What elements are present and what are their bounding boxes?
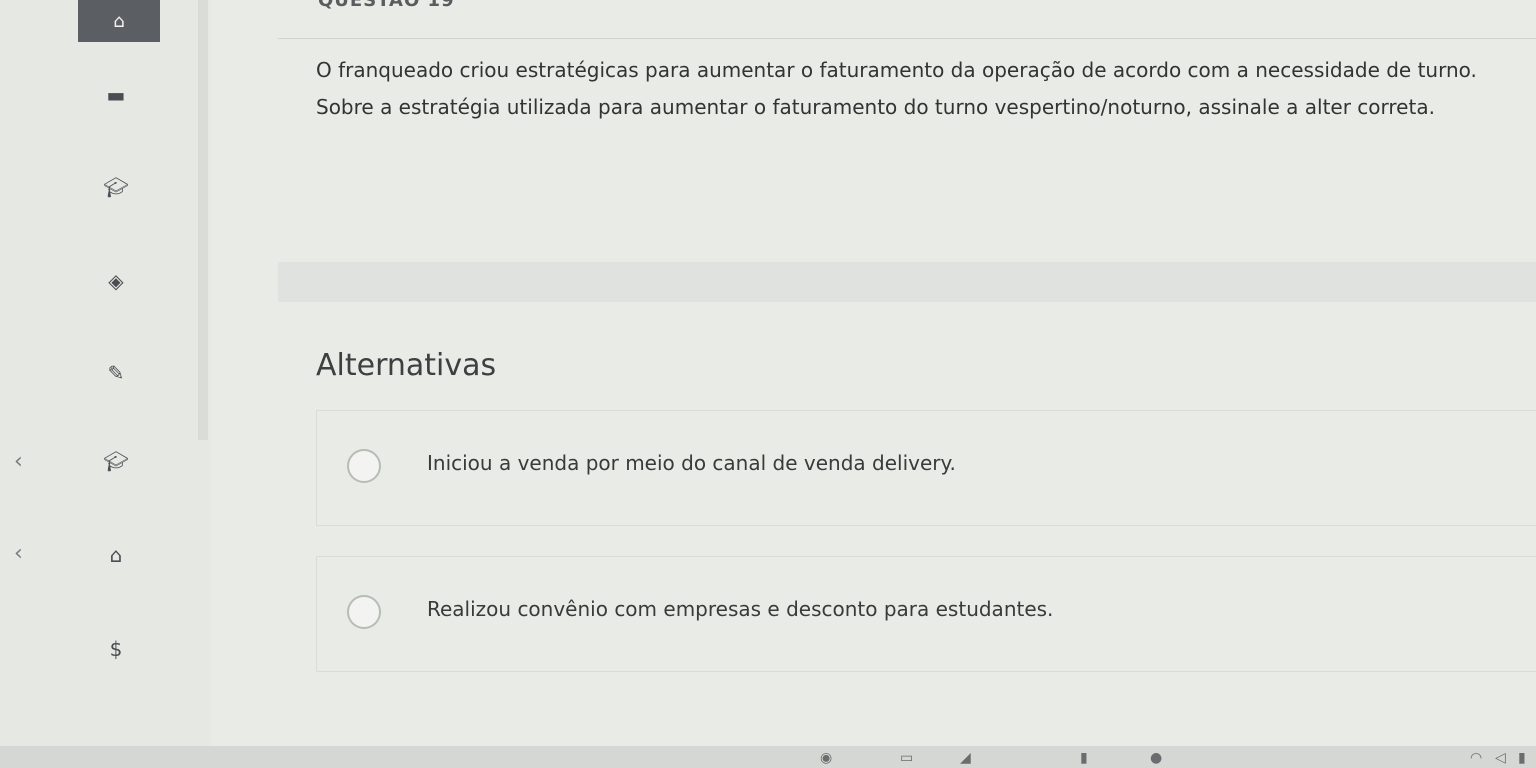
home-icon: ⌂ xyxy=(113,10,125,32)
home-button[interactable]: ⌂ xyxy=(78,0,160,42)
app-icon[interactable]: ◢ xyxy=(960,750,971,766)
question-text: O franqueado criou estratégicas para aum… xyxy=(316,58,1477,119)
chat-icon[interactable]: ▬ xyxy=(96,80,136,110)
section-divider xyxy=(278,262,1536,302)
app-icon[interactable]: ● xyxy=(1150,750,1162,766)
sidebar: ⌂ ▬ 🎓︎ ◈ ✎ ‹ 🎓︎ ‹ ⌂ $ xyxy=(0,0,210,768)
option-label: Realizou convênio com empresas e descont… xyxy=(427,597,1054,621)
app-icon[interactable]: ▮ xyxy=(1080,750,1088,766)
radio-button[interactable] xyxy=(347,595,381,629)
option-item[interactable]: Iniciou a venda por meio do canal de ven… xyxy=(316,410,1536,526)
pencil-icon[interactable]: ✎ xyxy=(96,358,136,388)
chevron-left-icon[interactable]: ‹ xyxy=(14,450,32,474)
tag-icon[interactable]: ◈ xyxy=(96,266,136,296)
option-label: Iniciou a venda por meio do canal de ven… xyxy=(427,451,956,475)
chevron-left-icon[interactable]: ‹ xyxy=(14,542,32,566)
battery-icon[interactable]: ▮ xyxy=(1518,750,1526,766)
graduation-cap-icon[interactable]: 🎓︎ xyxy=(96,446,136,476)
sidebar-scrollbar[interactable] xyxy=(198,0,208,440)
app-icon[interactable]: ▭ xyxy=(900,750,913,766)
app-icon[interactable]: ◉ xyxy=(820,750,832,766)
graduation-cap-icon[interactable]: 🎓︎ xyxy=(96,172,136,202)
taskbar: ◉ ▭ ◢ ▮ ● ◠ ◁ ▮ xyxy=(0,746,1536,768)
main-content: QUESTÃO 19 O franqueado criou estratégic… xyxy=(278,0,1536,768)
radio-button[interactable] xyxy=(347,449,381,483)
option-item[interactable]: Realizou convênio com empresas e descont… xyxy=(316,556,1536,672)
dollar-symbol: $ xyxy=(109,637,123,661)
dollar-icon[interactable]: $ xyxy=(96,634,136,664)
volume-icon[interactable]: ◁ xyxy=(1495,750,1506,766)
shop-icon[interactable]: ⌂ xyxy=(96,540,136,570)
app-window: ⌂ ▬ 🎓︎ ◈ ✎ ‹ 🎓︎ ‹ ⌂ $ QUESTÃO 19 O franq… xyxy=(0,0,1536,768)
question-title: QUESTÃO 19 xyxy=(318,0,455,11)
wifi-icon[interactable]: ◠ xyxy=(1470,750,1482,766)
alternatives-heading: Alternativas xyxy=(316,348,497,383)
